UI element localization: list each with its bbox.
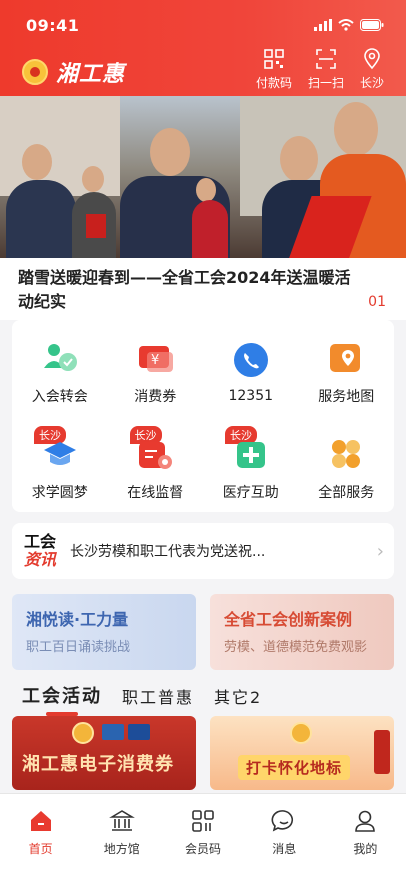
- tabbar-label: 首页: [28, 842, 53, 856]
- service-coupon[interactable]: ¥ 消费券: [108, 324, 204, 420]
- tab-union-activities[interactable]: 工会活动: [22, 682, 102, 716]
- unionpay-icon: [102, 724, 124, 740]
- map-icon: [326, 338, 366, 378]
- union-logo-icon: [72, 722, 94, 744]
- news-headline: 长沙劳模和职工代表为党送祝...: [70, 544, 266, 560]
- service-education[interactable]: 长沙 求学圆梦: [12, 420, 108, 516]
- service-label: 医疗互助: [222, 485, 279, 501]
- service-join-union[interactable]: 入会转会: [12, 324, 108, 420]
- banner-page-indicator: 01: [368, 294, 386, 310]
- tabbar-messages[interactable]: 消息: [244, 808, 325, 883]
- promo-subtitle: 职工百日诵读挑战: [26, 640, 131, 655]
- phone-icon: [231, 340, 271, 380]
- activity-card-coupon[interactable]: 湘工惠电子消费券: [12, 716, 196, 790]
- tabbar-label: 消息: [272, 842, 297, 856]
- bottom-tab-bar: 首页 地方馆 会员码 消息 我的: [0, 793, 406, 883]
- graduation-cap-icon: [40, 434, 80, 474]
- all-services-icon: [326, 434, 366, 474]
- service-medical[interactable]: 长沙 医疗互助: [203, 420, 299, 516]
- promo-title: 全省工会创新案例: [224, 610, 353, 629]
- promo-subtitle: 劳模、道德模范免费观影: [224, 640, 368, 655]
- union-logo-icon: [22, 59, 48, 85]
- system-icons: [314, 19, 384, 31]
- scan-button[interactable]: 扫一扫: [308, 48, 344, 91]
- hall-icon: [108, 810, 135, 831]
- activity-tabs: 工会活动 职工普惠 其它2: [22, 682, 262, 716]
- badge-icon: [374, 730, 390, 774]
- medical-icon: [231, 434, 271, 474]
- promo-reading-card[interactable]: 湘悦读·工力量 职工百日诵读挑战: [12, 594, 196, 670]
- member-code-icon: [192, 810, 214, 832]
- tabbar-member-code[interactable]: 会员码: [162, 808, 243, 883]
- activity-card-checkin[interactable]: 打卡怀化地标: [210, 716, 394, 790]
- pay-code-button[interactable]: 付款码: [256, 48, 292, 91]
- service-label: 12351: [228, 388, 274, 404]
- brand: 湘工惠: [22, 56, 125, 88]
- tabbar-local-hall[interactable]: 地方馆: [81, 808, 162, 883]
- svg-text:¥: ¥: [151, 353, 159, 368]
- profile-icon: [355, 810, 376, 832]
- service-label: 消费券: [134, 389, 177, 405]
- scan-icon: [316, 49, 336, 69]
- status-time: 09:41: [26, 15, 80, 35]
- services-grid: 入会转会 ¥ 消费券 12351 服务地图 长沙 求学圆梦 长沙 在线监督 长沙: [12, 320, 394, 512]
- promo-innovation-card[interactable]: 全省工会创新案例 劳模、道德模范免费观影: [210, 594, 394, 670]
- service-map[interactable]: 服务地图: [299, 324, 395, 420]
- home-icon: [30, 811, 51, 831]
- location-icon: [364, 48, 380, 70]
- activity-title: 湘工惠电子消费券: [22, 754, 174, 775]
- chevron-right-icon: ›: [376, 540, 384, 562]
- scan-label: 扫一扫: [307, 76, 344, 90]
- union-news-bar[interactable]: 工会 资讯 长沙劳模和职工代表为党送祝... ›: [12, 523, 394, 579]
- service-label: 求学圆梦: [31, 485, 88, 501]
- service-all[interactable]: 全部服务: [299, 420, 395, 516]
- qrcode-icon: [264, 49, 284, 69]
- tabbar-label: 我的: [353, 842, 378, 856]
- header-actions: 付款码 扫一扫 长沙: [256, 48, 384, 91]
- tabbar-profile[interactable]: 我的: [325, 808, 406, 883]
- service-label: 全部服务: [318, 485, 375, 501]
- service-hotline[interactable]: 12351: [203, 324, 299, 420]
- supervision-icon: [135, 434, 175, 474]
- tabbar-label: 会员码: [185, 842, 222, 856]
- location-button[interactable]: 长沙: [360, 48, 384, 91]
- banner-title: 踏雪送暖迎春到——全省工会2024年送温暖活动纪实: [18, 268, 351, 311]
- message-icon: [271, 810, 294, 832]
- signal-icon: [314, 19, 332, 31]
- join-union-icon: [40, 338, 80, 378]
- banner-image[interactable]: [0, 96, 406, 258]
- tabbar-home[interactable]: 首页: [0, 808, 81, 883]
- coupon-icon: ¥: [135, 338, 175, 378]
- bank-card-icon: [128, 724, 150, 740]
- tab-other[interactable]: 其它2: [214, 684, 262, 708]
- service-label: 入会转会: [31, 389, 88, 405]
- tabbar-label: 地方馆: [103, 842, 140, 856]
- app-header: 09:41 湘工惠 付款码 扫一扫 长沙: [0, 0, 406, 96]
- service-supervision[interactable]: 长沙 在线监督: [108, 420, 204, 516]
- union-logo-icon: [290, 722, 312, 744]
- service-label: 服务地图: [318, 389, 375, 405]
- wifi-icon: [338, 19, 354, 31]
- tab-worker-benefits[interactable]: 职工普惠: [122, 684, 194, 708]
- activity-title: 打卡怀化地标: [238, 755, 351, 780]
- service-label: 在线监督: [127, 485, 184, 501]
- status-bar: 09:41: [26, 14, 384, 36]
- battery-icon: [360, 19, 384, 31]
- brand-name: 湘工惠: [56, 62, 126, 87]
- banner-caption[interactable]: 踏雪送暖迎春到——全省工会2024年送温暖活动纪实 01: [0, 258, 406, 320]
- promo-title: 湘悦读·工力量: [26, 610, 129, 629]
- news-logo: 工会 资讯: [24, 532, 57, 569]
- location-label: 长沙: [359, 76, 384, 90]
- pay-code-label: 付款码: [255, 76, 292, 90]
